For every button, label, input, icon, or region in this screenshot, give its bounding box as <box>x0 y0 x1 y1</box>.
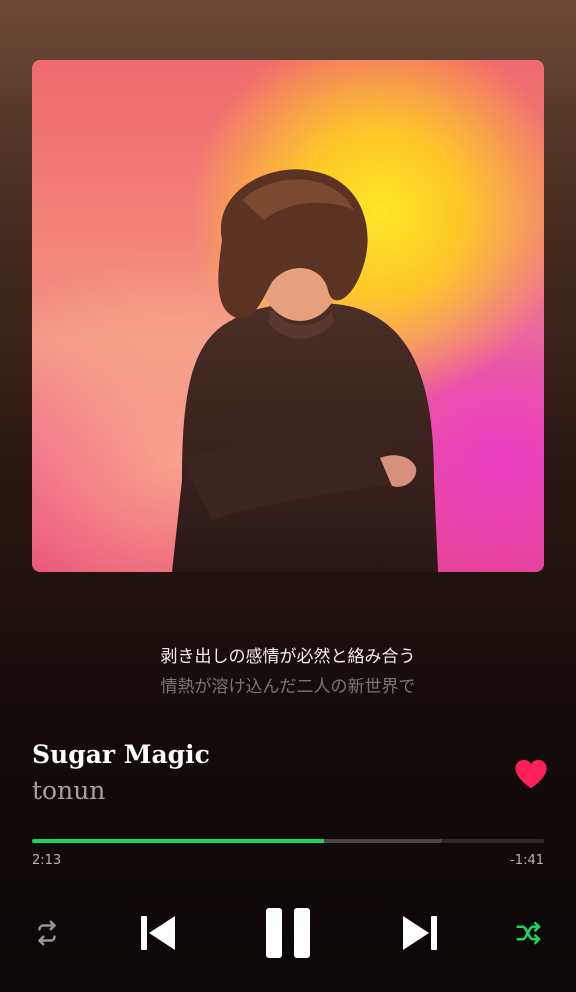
shuffle-button[interactable] <box>514 918 544 948</box>
remaining-time: -1:41 <box>510 853 544 868</box>
repeat-icon <box>38 920 56 946</box>
artwork-portrait <box>172 169 438 572</box>
next-button[interactable] <box>400 910 440 956</box>
album-artwork <box>32 60 544 572</box>
skip-previous-icon <box>141 916 175 950</box>
skip-next-icon <box>403 916 437 950</box>
lyric-next-line[interactable]: 情熱が溶け込んだ二人の新世界で <box>0 672 576 697</box>
track-artist[interactable]: tonun <box>32 776 105 805</box>
shuffle-icon <box>516 921 541 945</box>
repeat-button[interactable] <box>32 918 62 948</box>
pause-icon <box>266 908 310 958</box>
like-button[interactable] <box>514 758 548 790</box>
progress-fill <box>32 839 324 843</box>
previous-button[interactable] <box>138 910 178 956</box>
progress-bar[interactable] <box>32 839 544 843</box>
lyric-current-line[interactable]: 剥き出しの感情が必然と絡み合う <box>0 642 576 667</box>
track-title: Sugar Magic <box>32 740 210 769</box>
pause-button[interactable] <box>264 906 312 960</box>
elapsed-time: 2:13 <box>32 853 62 868</box>
heart-icon <box>515 759 547 789</box>
